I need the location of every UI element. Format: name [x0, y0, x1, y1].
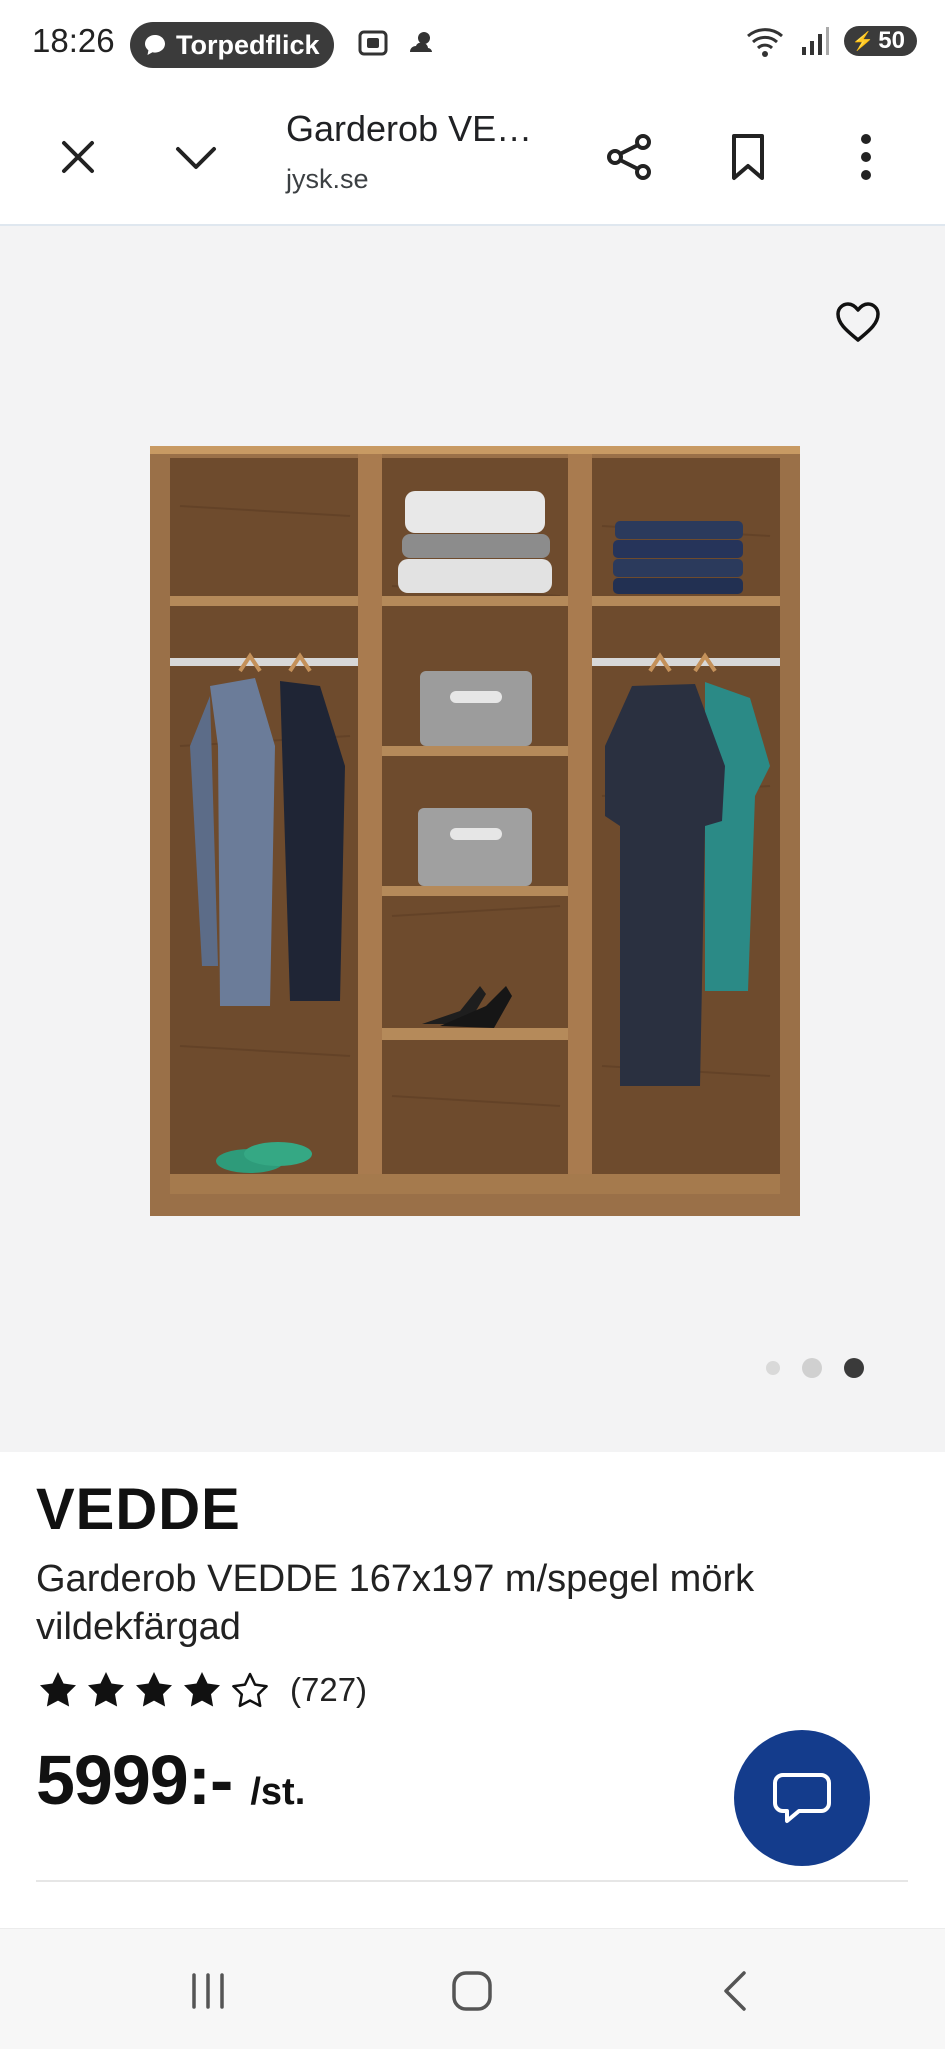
notification-app-label: Torpedflick [176, 29, 320, 60]
star-full-icon [184, 1672, 220, 1707]
chat-button[interactable] [734, 1730, 870, 1866]
status-bar: 18:26 Torpedflick ⚡ 50 [0, 0, 945, 90]
battery-indicator: ⚡ 50 [843, 26, 917, 56]
bookmark-button[interactable] [716, 125, 780, 189]
gallery-dot-1[interactable] [766, 1361, 780, 1375]
tab-url[interactable]: jysk.se [286, 164, 369, 195]
minimize-button[interactable] [164, 125, 228, 189]
share-icon [607, 134, 651, 180]
star-full-icon [88, 1672, 124, 1707]
product-image-gallery[interactable] [0, 226, 945, 1452]
system-navigation-bar [0, 1928, 945, 2049]
back-button[interactable] [704, 1959, 768, 2023]
home-button[interactable] [440, 1959, 504, 2023]
product-price: 5999:- /st. [36, 1740, 305, 1820]
star-full-icon [136, 1672, 172, 1707]
status-time: 18:26 [32, 22, 115, 59]
battery-level: 50 [878, 27, 905, 54]
bookmark-icon [732, 134, 764, 180]
screenshot-icon [358, 30, 388, 56]
more-options-button[interactable] [834, 125, 898, 189]
gallery-pagination[interactable] [766, 1358, 864, 1378]
price-unit: /st. [250, 1771, 306, 1813]
product-brand: VEDDE [36, 1477, 241, 1542]
battery-bolt-icon: ⚡ [851, 30, 875, 51]
share-button[interactable] [598, 125, 662, 189]
heart-icon [836, 302, 880, 342]
chat-icon [773, 1773, 831, 1823]
recent-apps-button[interactable] [176, 1959, 240, 2023]
wardrobe-product-image [150, 446, 800, 1216]
weather-icon [410, 32, 432, 52]
gallery-dot-3-active[interactable] [844, 1358, 864, 1378]
close-button[interactable] [46, 125, 110, 189]
chevron-down-icon [176, 147, 216, 169]
recent-apps-icon [192, 1973, 224, 2009]
wifi-icon [746, 28, 783, 57]
custom-tab-toolbar: Garderob VE… jysk.se [0, 90, 945, 226]
favorite-button[interactable] [830, 294, 886, 350]
status-icons [356, 26, 438, 60]
back-icon [724, 1971, 746, 2011]
product-rating[interactable]: (727) [36, 1668, 367, 1712]
more-vertical-icon [861, 134, 871, 180]
star-full-icon [40, 1672, 76, 1707]
status-right: ⚡ 50 [746, 24, 917, 58]
price-value: 5999:- [36, 1741, 233, 1819]
product-description: Garderob VEDDE 167x197 m/spegel mörk vil… [36, 1558, 755, 1648]
close-icon [62, 141, 94, 173]
signal-icon [801, 27, 829, 55]
chat-bubble-icon [145, 35, 165, 55]
star-empty-icon [232, 1672, 268, 1708]
section-divider [36, 1880, 908, 1882]
tab-title[interactable]: Garderob VE… [286, 108, 532, 150]
home-icon [452, 1971, 492, 2011]
rating-count[interactable]: (727) [290, 1671, 367, 1709]
gallery-dot-2[interactable] [802, 1358, 822, 1378]
notification-pill[interactable]: Torpedflick [130, 22, 334, 68]
